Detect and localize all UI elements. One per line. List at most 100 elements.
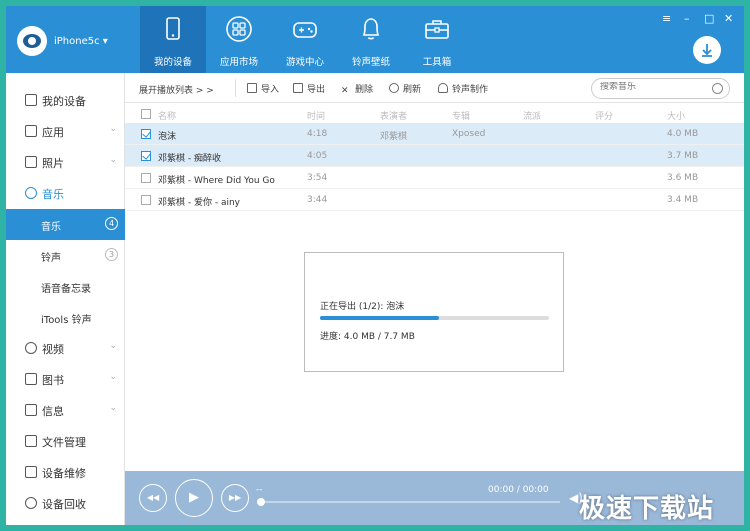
minimize-button[interactable]: –	[684, 12, 690, 25]
column-album[interactable]: 专辑	[452, 109, 470, 122]
song-name: 泡沫	[158, 132, 177, 142]
delete-button[interactable]: ✕ 删除	[341, 82, 373, 96]
table-row[interactable]: 邓紫棋 - 痴醉收 4:05 3.7 MB	[125, 145, 744, 167]
progress-handle[interactable]	[257, 498, 265, 506]
chevron-down-icon: ⌄	[109, 341, 117, 351]
play-icon: ▶	[189, 490, 199, 505]
tab-my-device[interactable]: 我的设备	[140, 6, 206, 73]
sidebar-item-photos[interactable]: 照片 ⌄	[6, 147, 125, 178]
itools-window: iPhone5c ▾ 我的设备 应用市场 游戏中心 铃声壁纸 工具箱 ≡ – □…	[6, 6, 744, 525]
export-progress-bar	[320, 316, 549, 320]
song-time: 3:54	[307, 173, 328, 183]
sidebar-item-device-recycle[interactable]: 设备回收	[6, 488, 125, 519]
tab-toolbox[interactable]: 工具箱	[404, 6, 470, 73]
import-label: 导入	[261, 85, 280, 95]
song-size: 3.4 MB	[667, 195, 699, 205]
table-row[interactable]: 泡沫 4:18 邓紫棋 Xposed 4.0 MB	[125, 123, 744, 145]
toolbar-divider	[235, 79, 236, 97]
sidebar-sub-itools-ringtones[interactable]: iTools 铃声	[6, 302, 125, 333]
search-input[interactable]	[600, 82, 710, 92]
ringtone-maker-button[interactable]: 铃声制作	[438, 82, 488, 95]
column-name[interactable]: 名称	[158, 109, 176, 122]
export-progress-text: 进度: 4.0 MB / 7.7 MB	[320, 332, 415, 342]
row-checkbox[interactable]	[141, 173, 151, 183]
sidebar-item-my-device[interactable]: 我的设备	[6, 85, 125, 116]
tab-app-market[interactable]: 应用市场	[206, 6, 272, 73]
column-genre[interactable]: 流派	[523, 109, 541, 122]
export-status-text: 正在导出 (1/2): 泡沫	[320, 302, 405, 312]
play-button[interactable]: ▶	[175, 479, 213, 517]
export-progress-fill	[320, 316, 440, 320]
table-row[interactable]: 邓紫棋 - Where Did You Go 3:54 3.6 MB	[125, 167, 744, 189]
search-box[interactable]	[591, 78, 730, 99]
sidebar-item-device-repair[interactable]: 设备维修	[6, 457, 125, 488]
sidebar-item-books[interactable]: 图书 ⌄	[6, 364, 125, 395]
count-badge: 3	[105, 248, 118, 261]
select-all-checkbox[interactable]	[141, 109, 151, 119]
refresh-button[interactable]: 刷新	[389, 82, 421, 95]
sidebar: 我的设备 应用 ⌄ 照片 ⌄ 音乐 音乐 4 铃声 3 语音备忘录 iTools…	[6, 73, 125, 525]
photo-icon	[25, 156, 37, 168]
sidebar-sub-music[interactable]: 音乐 4	[6, 209, 125, 240]
folder-icon	[25, 435, 37, 447]
next-button[interactable]: ▶▶	[221, 484, 249, 512]
playback-time: 00:00 / 00:00	[488, 485, 549, 495]
sidebar-item-file-manager[interactable]: 文件管理	[6, 426, 125, 457]
previous-icon: ◀◀	[146, 493, 160, 502]
chevron-down-icon: ⌄	[109, 403, 117, 413]
export-progress-dialog: 正在导出 (1/2): 泡沫 进度: 4.0 MB / 7.7 MB	[304, 252, 564, 372]
sidebar-item-label: 设备回收	[42, 498, 86, 511]
menu-button[interactable]: ≡	[662, 12, 671, 25]
ringtone-maker-label: 铃声制作	[452, 85, 489, 95]
apps-icon	[226, 16, 252, 42]
song-album: Xposed	[452, 129, 486, 139]
tab-ringtone-wallpaper[interactable]: 铃声壁纸	[338, 6, 404, 73]
tab-label: 应用市场	[219, 57, 258, 68]
close-button[interactable]: ✕	[724, 12, 733, 25]
chevron-down-icon: ⌄	[109, 124, 117, 134]
sidebar-sub-ringtones[interactable]: 铃声 3	[6, 240, 125, 271]
delete-icon: ✕	[341, 86, 349, 96]
export-button[interactable]: 导出	[293, 82, 325, 95]
chevron-down-icon: ⌄	[109, 155, 117, 165]
phone-icon	[166, 17, 180, 40]
export-icon	[293, 83, 303, 93]
column-size[interactable]: 大小	[667, 109, 685, 122]
row-checkbox[interactable]	[141, 151, 151, 161]
tab-game-center[interactable]: 游戏中心	[272, 6, 338, 73]
tab-label: 游戏中心	[285, 57, 324, 68]
download-manager-button[interactable]	[693, 36, 721, 64]
sidebar-sub-voice-memos[interactable]: 语音备忘录	[6, 271, 125, 302]
chevron-down-icon: ⌄	[109, 372, 117, 382]
book-icon	[25, 373, 37, 385]
tab-label: 铃声壁纸	[351, 57, 390, 68]
playback-progress-bar[interactable]	[260, 501, 560, 503]
column-rating[interactable]: 评分	[595, 109, 613, 122]
sidebar-item-label: 设备维修	[42, 467, 86, 480]
sidebar-item-label: 音乐	[42, 188, 64, 201]
row-checkbox[interactable]	[141, 195, 151, 205]
sidebar-item-music[interactable]: 音乐	[6, 178, 125, 209]
table-row[interactable]: 邓紫棋 - 爱你 - ainy 3:44 3.4 MB	[125, 189, 744, 211]
song-size: 3.6 MB	[667, 173, 699, 183]
sidebar-item-apps[interactable]: 应用 ⌄	[6, 116, 125, 147]
apps-icon	[25, 125, 37, 137]
song-name: 邓紫棋 - Where Did You Go	[158, 176, 275, 186]
sidebar-item-video[interactable]: 视频 ⌄	[6, 333, 125, 364]
expand-playlist-button[interactable]: 展开播放列表 > >	[139, 83, 214, 96]
import-button[interactable]: 导入	[247, 82, 279, 95]
sidebar-item-label: 文件管理	[42, 436, 86, 449]
device-selector[interactable]: iPhone5c ▾	[54, 36, 108, 47]
sidebar-item-label: 视频	[42, 343, 64, 356]
search-icon[interactable]	[712, 83, 723, 94]
recycle-icon	[25, 497, 37, 509]
watermark-logo: 极速下载站	[579, 494, 715, 524]
refresh-icon	[389, 83, 399, 93]
row-checkbox[interactable]	[141, 129, 151, 139]
sidebar-item-messages[interactable]: 信息 ⌄	[6, 395, 125, 426]
column-time[interactable]: 时间	[307, 109, 325, 122]
maximize-button[interactable]: □	[704, 12, 714, 25]
column-artist[interactable]: 表演者	[380, 109, 407, 122]
import-icon	[247, 83, 257, 93]
previous-button[interactable]: ◀◀	[139, 484, 167, 512]
